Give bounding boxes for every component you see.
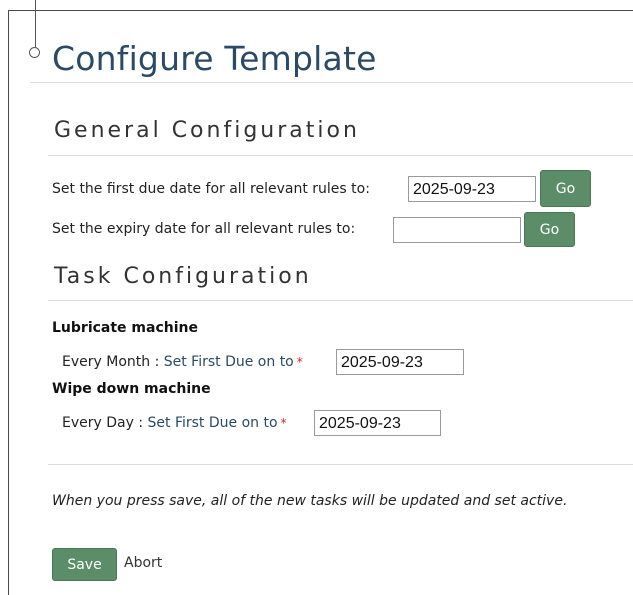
expiry-date-input[interactable]: [393, 217, 521, 243]
timeline-line: [35, 0, 36, 48]
task-divider: [48, 300, 633, 301]
title-divider: [30, 82, 633, 83]
required-marker: *: [280, 416, 287, 430]
page-title: Configure Template: [52, 39, 377, 78]
wipe-down-due-date-input[interactable]: [314, 410, 441, 436]
task-frequency: Every Day :: [62, 415, 148, 431]
task-row-wipe-down: Every Day : Set First Due on to *: [62, 413, 290, 433]
set-first-due-label: Set First Due on to: [147, 415, 278, 431]
set-first-due-label: Set First Due on to: [163, 354, 294, 370]
first-due-label: Set the first due date for all relevant …: [52, 181, 370, 197]
task-name-lubricate: Lubricate machine: [52, 320, 198, 336]
expiry-label: Set the expiry date for all relevant rul…: [52, 221, 356, 237]
first-due-date-input[interactable]: [408, 176, 536, 202]
task-configuration-heading: Task Configuration: [54, 264, 312, 289]
expiry-go-button[interactable]: Go: [524, 212, 575, 247]
task-frequency: Every Month :: [62, 354, 164, 370]
task-name-wipe-down: Wipe down machine: [52, 381, 211, 397]
footer-divider: [48, 464, 633, 465]
task-row-lubricate: Every Month : Set First Due on to *: [62, 352, 306, 372]
lubricate-due-date-input[interactable]: [336, 349, 464, 375]
save-button[interactable]: Save: [52, 548, 117, 581]
general-divider: [48, 155, 633, 156]
general-configuration-heading: General Configuration: [54, 118, 360, 143]
save-note: When you press save, all of the new task…: [52, 493, 568, 509]
required-marker: *: [296, 355, 303, 369]
timeline-node-icon: [29, 47, 40, 58]
first-due-go-button[interactable]: Go: [540, 170, 591, 207]
abort-link[interactable]: Abort: [124, 555, 162, 571]
